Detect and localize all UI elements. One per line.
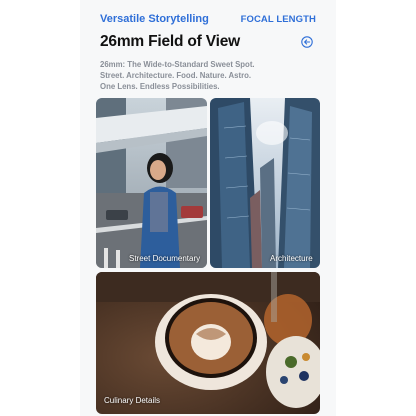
top-bar: Versatile Storytelling FOCAL LENGTH <box>100 12 316 26</box>
culinary-photo <box>96 272 320 414</box>
gallery-tile-culinary[interactable]: Culinary Details <box>96 272 320 414</box>
architecture-photo <box>210 98 320 268</box>
description-line: 26mm: The Wide-to-Standard Sweet Spot. <box>100 60 255 69</box>
gallery-tile-architecture[interactable]: Architecture <box>210 98 320 268</box>
back-arrow-circle-icon <box>301 36 313 48</box>
description-line: Street. Architecture. Food. Nature. Astr… <box>100 71 252 80</box>
page-title: 26mm Field of View <box>100 33 240 50</box>
description: 26mm: The Wide-to-Standard Sweet Spot. S… <box>100 59 300 92</box>
gallery-tile-street[interactable]: Street Documentary <box>96 98 207 268</box>
tile-caption: Architecture <box>270 254 313 263</box>
section-label[interactable]: FOCAL LENGTH <box>241 14 316 25</box>
street-photo <box>96 98 207 268</box>
description-line: One Lens. Endless Possibilities. <box>100 82 220 91</box>
brand-title: Versatile Storytelling <box>100 13 209 25</box>
back-button[interactable] <box>301 35 313 48</box>
tile-caption: Street Documentary <box>129 254 201 263</box>
tile-caption: Culinary Details <box>104 396 161 405</box>
